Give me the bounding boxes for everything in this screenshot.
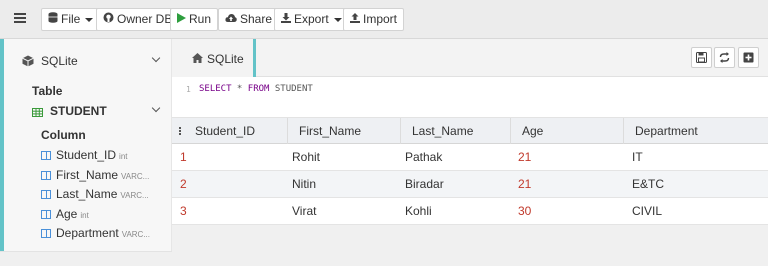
- run-button[interactable]: Run: [170, 8, 219, 31]
- download-icon: [281, 9, 291, 30]
- cube-icon: [22, 55, 34, 70]
- grid-header: Student_ID First_Name Last_Name Age Depa…: [172, 118, 768, 144]
- file-label: File: [61, 12, 81, 26]
- upload-icon: [350, 9, 360, 30]
- tab-sqlite[interactable]: SQLite: [172, 39, 256, 77]
- import-label: Import: [363, 12, 398, 26]
- column-type: VARC...: [120, 191, 149, 200]
- column-header[interactable]: Last_Name: [400, 118, 510, 144]
- column-icon: [41, 190, 51, 199]
- home-icon: [192, 52, 203, 66]
- share-label: Share: [240, 12, 273, 26]
- db-label: SQLite: [41, 54, 78, 68]
- column-name: Last_Name: [56, 187, 118, 201]
- save-icon: [696, 52, 707, 63]
- caret-down-icon: [333, 17, 342, 22]
- plus-square-icon: [743, 52, 754, 63]
- column-header[interactable]: Age: [510, 118, 623, 144]
- cell-student-id: 3: [180, 204, 187, 218]
- save-button[interactable]: [691, 47, 712, 68]
- db-selector[interactable]: SQLite: [22, 53, 162, 69]
- sql-query: SELECT * FROM STUDENT: [199, 84, 313, 94]
- tab-bar: SQLite: [172, 39, 768, 77]
- table-grid-icon: [32, 106, 43, 120]
- column-header[interactable]: Department: [623, 118, 768, 144]
- cell-first-name: Virat: [292, 204, 317, 218]
- sql-editor[interactable]: 1 SELECT * FROM STUDENT: [172, 78, 768, 118]
- tab-label: SQLite: [207, 52, 244, 66]
- table-item-student[interactable]: STUDENT: [32, 103, 162, 119]
- cell-student-id: 2: [180, 177, 187, 191]
- refresh-icon: [719, 52, 730, 63]
- sql-table: STUDENT: [269, 84, 313, 94]
- line-number: 1: [186, 85, 191, 94]
- column-icon: [41, 151, 51, 160]
- table-row[interactable]: 2 Nitin Biradar 21 E&TC: [172, 171, 768, 198]
- column-type: VARC...: [121, 230, 151, 239]
- import-button[interactable]: Import: [343, 8, 405, 31]
- cell-department: IT: [632, 150, 643, 164]
- column-type: int: [119, 152, 128, 161]
- column-heading: Column: [41, 128, 86, 142]
- run-label: Run: [189, 12, 212, 26]
- cell-student-id: 1: [180, 150, 187, 164]
- owner-db-button[interactable]: Owner DB: [96, 8, 180, 31]
- sql-star: *: [231, 84, 248, 94]
- column-icon: [41, 171, 51, 180]
- caret-down-icon: [85, 17, 94, 22]
- column-icon: [41, 229, 51, 238]
- cell-department: E&TC: [632, 177, 665, 191]
- column-name: Age: [56, 207, 78, 221]
- column-name: Department: [56, 226, 119, 240]
- cell-last-name: Pathak: [405, 150, 443, 164]
- cell-department: CIVIL: [632, 204, 663, 218]
- table-row[interactable]: 1 Rohit Pathak 21 IT: [172, 144, 768, 171]
- top-toolbar: File Owner DB Run Share Export Import: [0, 0, 768, 39]
- play-icon: [177, 9, 186, 30]
- column-header[interactable]: Student_ID: [184, 118, 287, 144]
- sql-keyword: SELECT: [199, 84, 232, 94]
- schema-sidebar: SQLite Table STUDENT Column Student_ID in…: [0, 39, 172, 266]
- chevron-down-icon: [151, 103, 161, 113]
- add-tab-button[interactable]: [738, 47, 759, 68]
- share-button[interactable]: Share: [218, 8, 280, 31]
- cloud-upload-icon: [225, 9, 237, 30]
- export-button[interactable]: Export: [274, 8, 349, 31]
- hamburger-menu-icon[interactable]: [14, 13, 26, 23]
- cell-age: 30: [518, 204, 532, 218]
- refresh-button[interactable]: [714, 47, 735, 68]
- cell-first-name: Nitin: [292, 177, 317, 191]
- table-row[interactable]: 3 Virat Kohli 30 CIVIL: [172, 198, 768, 225]
- cell-first-name: Rohit: [292, 150, 321, 164]
- file-button[interactable]: File: [41, 8, 101, 31]
- cell-last-name: Kohli: [405, 204, 432, 218]
- table-heading: Table: [32, 84, 63, 98]
- sql-keyword: FROM: [247, 84, 270, 94]
- column-type: int: [80, 211, 89, 220]
- sidebar-footer: [0, 251, 172, 266]
- sidebar-accent-bar: [0, 39, 4, 251]
- owner-db-label: Owner DB: [117, 12, 173, 26]
- column-header[interactable]: First_Name: [287, 118, 400, 144]
- table-name: STUDENT: [50, 104, 107, 118]
- column-name: First_Name: [56, 168, 119, 182]
- chevron-down-icon: [151, 53, 161, 63]
- github-icon: [103, 9, 114, 30]
- database-icon: [48, 9, 58, 30]
- column-icon: [41, 210, 51, 219]
- cell-age: 21: [518, 177, 532, 191]
- cell-last-name: Biradar: [405, 177, 444, 191]
- results-grid: Student_ID First_Name Last_Name Age Depa…: [172, 118, 768, 266]
- grip-icon[interactable]: [179, 127, 181, 135]
- column-type: VARC...: [121, 172, 150, 181]
- column-name: Student_ID: [56, 148, 117, 162]
- cell-age: 21: [518, 150, 532, 164]
- export-label: Export: [294, 12, 329, 26]
